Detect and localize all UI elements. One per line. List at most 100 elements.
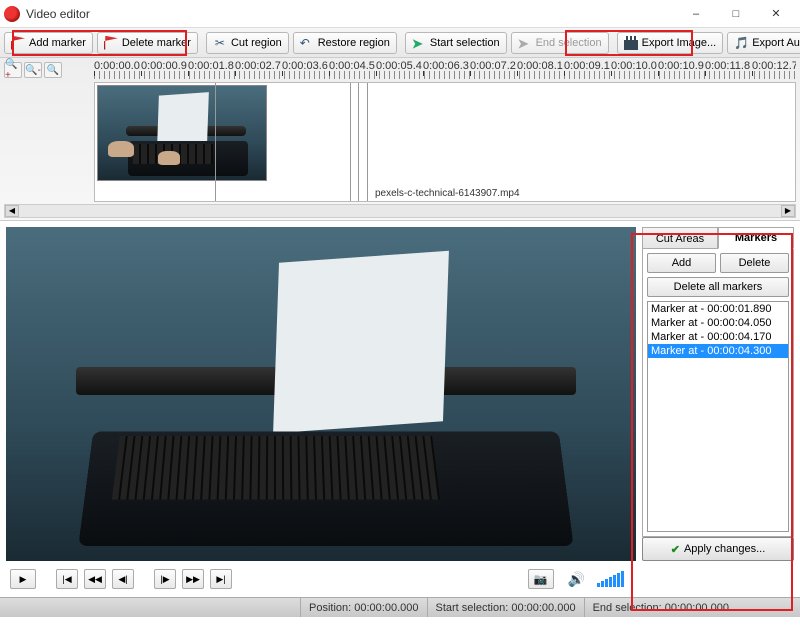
ruler-tick: 0:00:11.8	[705, 60, 745, 72]
status-end-selection: End selection: 00:00:00.000	[584, 598, 737, 617]
main-toolbar: Add marker Delete marker ✂ Cut region ↶ Re…	[0, 28, 800, 58]
apply-label: Apply changes...	[684, 543, 765, 555]
ruler-tick: 0:00:03.6	[282, 60, 322, 72]
ruler-tick: 0:00:08.1	[517, 60, 557, 72]
status-position: Position: 00:00:00.000	[300, 598, 427, 617]
position-label: Position:	[309, 602, 351, 614]
flag-icon	[11, 36, 25, 50]
ruler-tick: 0:00:00.9	[141, 60, 181, 72]
export-image-button[interactable]: Export Image...	[617, 32, 724, 54]
marker-list-item[interactable]: Marker at - 00:00:01.890	[648, 302, 788, 316]
status-start-selection: Start selection: 00:00:00.000	[427, 598, 584, 617]
export-audio-button[interactable]: 🎵 Export Audio...	[727, 32, 800, 54]
tab-cut-label: Cut Areas	[656, 233, 704, 245]
ruler-tick: 0:00:12.7	[752, 60, 792, 72]
ruler-tick: 0:00:01.8	[188, 60, 228, 72]
start-label: Start selection:	[436, 602, 509, 614]
timeline-area: 🔍+ 🔍- 🔍 0:00:00.00:00:00.90:00:01.80:00:…	[0, 58, 800, 221]
thumbnail-scene	[98, 86, 266, 180]
tab-markers-label: Markers	[735, 232, 777, 244]
volume-meter[interactable]	[597, 571, 624, 587]
apply-changes-button[interactable]: ✔ Apply changes...	[642, 537, 794, 561]
export-audio-label: Export Audio...	[752, 37, 800, 49]
play-button[interactable]: ▶	[10, 569, 36, 589]
marker-line[interactable]	[350, 83, 351, 201]
timeline-track[interactable]: pexels-c-technical-6143907.mp4	[94, 82, 796, 202]
titlebar: Video editor – □ ✕	[0, 0, 800, 28]
scroll-left-button[interactable]: ◀	[5, 205, 19, 217]
close-button[interactable]: ✕	[756, 0, 796, 28]
marker-line[interactable]	[215, 83, 216, 201]
start-selection-label: Start selection	[430, 37, 500, 49]
ruler-tick: 0:00:10.0	[611, 60, 651, 72]
add-marker-button[interactable]: Add marker	[4, 32, 93, 54]
playback-controls: ▶ |◀ ◀◀ ◀| |▶ ▶▶ ▶| 📷 🔊	[0, 561, 800, 597]
check-icon: ✔	[671, 543, 680, 556]
zoom-in-button[interactable]: 🔍+	[4, 62, 22, 78]
marker-list-item[interactable]: Marker at - 00:00:04.170	[648, 330, 788, 344]
cut-region-label: Cut region	[231, 37, 282, 49]
timeline-scrollbar[interactable]: ◀ ▶	[4, 204, 796, 218]
ruler-tick: 0:00:09.1	[564, 60, 604, 72]
position-value: 00:00:00.000	[354, 602, 418, 614]
markers-list[interactable]: Marker at - 00:00:01.890Marker at - 00:0…	[647, 301, 789, 532]
cut-region-button[interactable]: ✂ Cut region	[206, 32, 289, 54]
start-value: 00:00:00.000	[511, 602, 575, 614]
status-bar: Position: 00:00:00.000 Start selection: …	[0, 597, 800, 617]
go-end-button[interactable]: ▶|	[210, 569, 232, 589]
delete-all-markers-button[interactable]: Delete all markers	[647, 277, 789, 297]
end-label: End selection:	[593, 602, 662, 614]
end-value: 00:00:00.000	[665, 602, 729, 614]
scissors-icon: ✂	[213, 36, 227, 50]
tab-cut-areas[interactable]: Cut Areas	[642, 227, 718, 249]
scroll-right-button[interactable]: ▶	[781, 205, 795, 217]
marker-list-item[interactable]: Marker at - 00:00:04.050	[648, 316, 788, 330]
go-start-button[interactable]: |◀	[56, 569, 78, 589]
panel-add-button[interactable]: Add	[647, 253, 716, 273]
restore-region-button[interactable]: ↶ Restore region	[293, 32, 397, 54]
ruler-tick: 0:00:05.4	[376, 60, 416, 72]
maximize-button[interactable]: □	[716, 0, 756, 28]
clip-filename: pexels-c-technical-6143907.mp4	[375, 188, 520, 199]
end-selection-label: End selection	[536, 37, 602, 49]
tab-markers[interactable]: Markers	[718, 227, 794, 249]
ruler-tick: 0:00:00.0	[94, 60, 134, 72]
clapper-icon	[624, 36, 638, 50]
ruler-tick: 0:00:10.9	[658, 60, 698, 72]
start-selection-button[interactable]: ➤ Start selection	[405, 32, 507, 54]
forward-button[interactable]: ▶▶	[182, 569, 204, 589]
window-title: Video editor	[26, 7, 676, 21]
rewind-button[interactable]: ◀◀	[84, 569, 106, 589]
side-panel: Cut Areas Markers Add Delete Delete all …	[642, 227, 794, 561]
zoom-fit-button[interactable]: 🔍	[44, 62, 62, 78]
ruler-tick: 0:00:06.3	[423, 60, 463, 72]
marker-list-item[interactable]: Marker at - 00:00:04.300	[648, 344, 788, 358]
panel-delete-button[interactable]: Delete	[720, 253, 789, 273]
marker-line[interactable]	[358, 83, 359, 201]
ruler-tick: 0:00:04.5	[329, 60, 369, 72]
restore-region-label: Restore region	[318, 37, 390, 49]
zoom-controls: 🔍+ 🔍- 🔍	[4, 60, 94, 78]
volume-icon[interactable]: 🔊	[568, 571, 585, 588]
marker-line[interactable]	[367, 83, 368, 201]
preview-scene	[6, 227, 636, 561]
zoom-out-button[interactable]: 🔍-	[24, 62, 42, 78]
arrow-right-icon: ➤	[518, 36, 532, 50]
delete-marker-button[interactable]: Delete marker	[97, 32, 198, 54]
restore-icon: ↶	[300, 36, 314, 50]
arrow-right-icon: ➤	[412, 36, 426, 50]
audio-icon: 🎵	[734, 36, 748, 50]
step-fwd-button[interactable]: |▶	[154, 569, 176, 589]
delete-marker-label: Delete marker	[122, 37, 191, 49]
timeline-ruler[interactable]: 0:00:00.0 0:00:00.9 0:00:01.8 0:00:02.7 0:00…	[94, 60, 796, 80]
video-preview	[6, 227, 636, 561]
snapshot-button[interactable]: 📷	[528, 569, 554, 589]
ruler-tick: 0:00:07.2	[470, 60, 510, 72]
add-marker-label: Add marker	[29, 37, 86, 49]
clip-thumbnail[interactable]	[97, 85, 267, 181]
export-image-label: Export Image...	[642, 37, 717, 49]
ruler-tick: 0:00:02.7	[235, 60, 275, 72]
step-back-button[interactable]: ◀|	[112, 569, 134, 589]
end-selection-button[interactable]: ➤ End selection	[511, 32, 609, 54]
minimize-button[interactable]: –	[676, 0, 716, 28]
